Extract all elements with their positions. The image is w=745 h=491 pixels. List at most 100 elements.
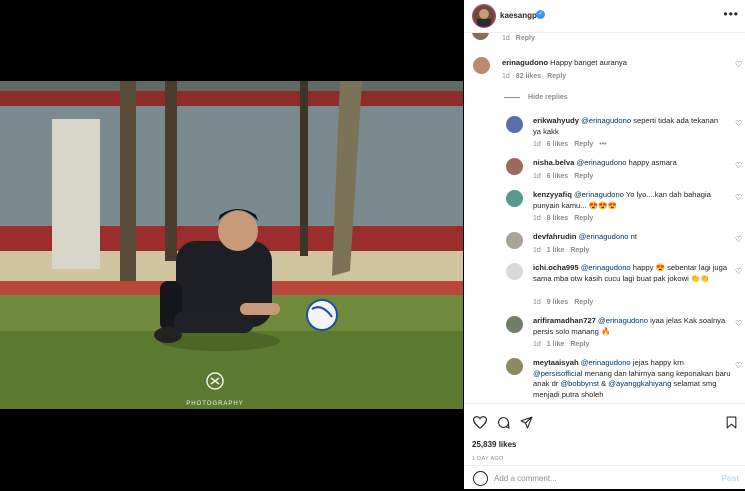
heart-icon[interactable]: ♡ — [735, 361, 742, 370]
mention-link[interactable]: @erinagudono — [577, 158, 627, 167]
avatar[interactable] — [506, 316, 523, 333]
comment-text: devfahrudin @erinagudono nt — [533, 232, 728, 243]
likes-button[interactable]: 9 likes — [547, 299, 568, 306]
hide-replies-label: Hide replies — [528, 94, 568, 101]
heart-icon[interactable] — [473, 416, 487, 429]
comment-meta: 1d 8 likes Reply — [533, 215, 593, 222]
comment-time: 1d — [533, 299, 541, 306]
comment-time: 1d — [533, 341, 541, 348]
comment-meta: 1d 1 like Reply — [533, 341, 589, 348]
likes-button[interactable]: 6 likes — [547, 173, 568, 180]
avatar[interactable] — [506, 190, 523, 207]
reply-button[interactable]: Reply — [516, 35, 535, 42]
comment-username[interactable]: erinagudono — [502, 58, 548, 67]
more-options-icon[interactable]: ••• — [599, 141, 606, 148]
more-options-icon[interactable]: ••• — [723, 7, 739, 21]
post-photo[interactable]: PHOTOGRAPHY — [0, 81, 463, 409]
likes-button[interactable]: 82 likes — [516, 73, 541, 80]
mention-link[interactable]: @erinagudono — [598, 316, 648, 325]
avatar[interactable] — [506, 116, 523, 133]
comment-text: meytaaisyah @erinagudono jejas happy krn… — [533, 358, 733, 400]
reply-button[interactable]: Reply — [547, 73, 566, 80]
comment-time: 1d — [533, 141, 541, 148]
reply-button[interactable]: Reply — [574, 215, 593, 222]
avatar[interactable] — [506, 263, 523, 280]
comment-meta: 1d 6 likes Reply ••• — [533, 141, 607, 148]
send-icon[interactable] — [520, 416, 533, 429]
post-header: kaesangp ✓ ••• — [464, 0, 745, 33]
comment-time: 1d — [533, 215, 541, 222]
header-username[interactable]: kaesangp — [500, 11, 537, 20]
mention-link[interactable]: @persisofficial — [533, 369, 582, 378]
comment-username[interactable]: devfahrudin — [533, 232, 576, 241]
reply-button[interactable]: Reply — [574, 141, 593, 148]
mention-link[interactable]: @erinagudono — [581, 358, 631, 367]
mention-link[interactable]: @erinagudono — [574, 190, 624, 199]
reply-button[interactable]: Reply — [570, 247, 589, 254]
comment-text: nisha.belva @erinagudono happy asmara — [533, 158, 728, 169]
header-avatar[interactable] — [472, 4, 496, 28]
comment-time: 1d — [533, 247, 541, 254]
comment-username[interactable]: ichi.ocha995 — [533, 263, 579, 272]
comment-meta: 1d 6 likes Reply — [533, 173, 593, 180]
heart-icon[interactable]: ♡ — [735, 193, 742, 202]
comment-text: arifiramadhan727 @erinagudono iyaa jelas… — [533, 316, 728, 337]
reply-button[interactable]: Reply — [570, 341, 589, 348]
comment-text: ichi.ocha995 @erinagudono happy 😍 sebent… — [533, 263, 728, 284]
comment-text: erikwahyudy @erinagudono seperti tidak a… — [533, 116, 728, 137]
comment-body: happy asmara — [626, 158, 677, 167]
heart-icon[interactable]: ♡ — [735, 319, 742, 328]
comment-username[interactable]: arifiramadhan727 — [533, 316, 596, 325]
comments-list[interactable]: 1d Reply erinagudono Happy banget auranya… — [464, 33, 745, 403]
comment-text: kenzyyafiq @erinagudono Yo lyo....kan da… — [533, 190, 728, 211]
likes-button[interactable]: 8 likes — [547, 215, 568, 222]
add-comment-bar: Add a comment... Post — [464, 465, 745, 491]
avatar[interactable] — [506, 358, 523, 375]
likes-count[interactable]: 25,839 likes — [472, 440, 516, 449]
comment-meta: 1d Reply — [502, 35, 535, 42]
comment-panel: kaesangp ✓ ••• 1d Reply erinagudono Happy… — [464, 0, 745, 489]
comment-icon[interactable] — [497, 416, 510, 429]
avatar[interactable] — [472, 33, 489, 40]
likes-button[interactable]: 1 like — [547, 247, 565, 254]
avatar[interactable] — [473, 57, 490, 74]
comment-username[interactable]: meytaaisyah — [533, 358, 579, 367]
mention-link[interactable]: @erinagudono — [581, 116, 631, 125]
add-comment-input[interactable]: Add a comment... — [494, 474, 557, 483]
reply-button[interactable]: Reply — [574, 299, 593, 306]
post-button[interactable]: Post — [722, 474, 739, 483]
emoji-icon[interactable] — [473, 471, 488, 486]
comment-username[interactable]: erikwahyudy — [533, 116, 579, 125]
comment-time: 1d — [502, 73, 510, 80]
verified-badge-icon: ✓ — [536, 10, 545, 19]
comment-username[interactable]: kenzyyafiq — [533, 190, 572, 199]
comment-body: Happy banget auranya — [550, 58, 627, 67]
svg-text:PHOTOGRAPHY: PHOTOGRAPHY — [186, 401, 244, 407]
reply-button[interactable]: Reply — [574, 173, 593, 180]
heart-icon[interactable]: ♡ — [735, 119, 742, 128]
comment-username[interactable]: nisha.belva — [533, 158, 574, 167]
hide-replies-button[interactable]: Hide replies — [504, 94, 568, 101]
post-actions: 25,839 likes 1 DAY AGO Add a comment... … — [464, 403, 745, 490]
mention-link[interactable]: @bobbynst — [560, 379, 599, 388]
comment-meta: 1d 9 likes Reply — [533, 299, 593, 306]
bookmark-icon[interactable] — [726, 416, 737, 429]
mention-link[interactable]: @erinagudono — [581, 263, 631, 272]
heart-icon[interactable]: ♡ — [735, 161, 742, 170]
comment-body: nt — [628, 232, 637, 241]
post-date: 1 DAY AGO — [472, 456, 504, 462]
likes-button[interactable]: 6 likes — [547, 141, 568, 148]
comment-text: erinagudono Happy banget auranya — [502, 58, 722, 69]
heart-icon[interactable]: ♡ — [735, 267, 742, 276]
post-media: PHOTOGRAPHY — [0, 0, 464, 489]
comment-meta: 1d 82 likes Reply — [502, 73, 566, 80]
avatar[interactable] — [506, 158, 523, 175]
likes-button[interactable]: 1 like — [547, 341, 565, 348]
heart-icon[interactable]: ♡ — [735, 235, 742, 244]
mention-link[interactable]: @erinagudono — [579, 232, 629, 241]
comment-body: & — [598, 379, 609, 388]
avatar[interactable] — [506, 232, 523, 249]
mention-link[interactable]: @ayanggkahiyang — [608, 379, 671, 388]
heart-icon[interactable]: ♡ — [735, 60, 742, 69]
comment-body: jejas happy krn — [630, 358, 684, 367]
